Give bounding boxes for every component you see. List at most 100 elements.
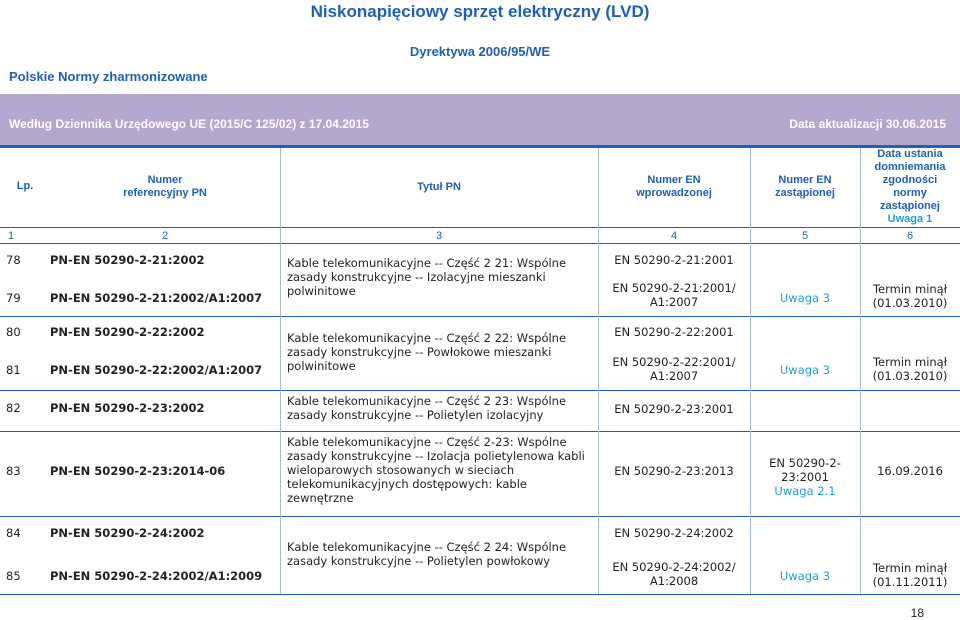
header-en-zastapionej: Numer EN zastąpionej (750, 174, 860, 200)
directive-title: Dyrektywa 2006/95/WE (409, 44, 551, 59)
title-group-2: Kable telekomunikacyjne -- Część 2 22: W… (287, 331, 566, 373)
row-79-termin: Termin minął (872, 282, 947, 296)
row-85-en-line2: A1:2008 (649, 574, 699, 588)
row-85-en-line1: EN 50290-2-24:2002/ (612, 560, 736, 574)
group-divider-1 (0, 316, 960, 317)
title-group-1-line1: Kable telekomunikacyjne -- Część 2 21: W… (287, 256, 567, 270)
row-83-en: EN 50290-2-23:2013 (614, 464, 734, 478)
col-number-4: 4 (670, 230, 678, 242)
row-81-lp: 81 (6, 363, 21, 377)
title-group-1-line2: zasady konstrukcyjne -- Izolacyjne miesz… (287, 270, 546, 284)
row-80-lp: 80 (6, 325, 21, 339)
row-85-date: Termin minął (01.11.2011) (860, 561, 960, 589)
header-tytul: Tytuł PN (417, 181, 461, 193)
title-group-4-line1: Kable telekomunikacyjne -- Część 2-23: W… (287, 435, 567, 449)
row-84-en: EN 50290-2-24:2002 (614, 526, 734, 540)
col-number-2: 2 (161, 230, 169, 242)
row-79-pn: PN-EN 50290-2-21:2002/A1:2007 (50, 291, 263, 305)
row-85-termin: Termin minął (872, 561, 947, 575)
row-85-pn: PN-EN 50290-2-24:2002/A1:2009 (50, 569, 263, 583)
row-79-en-line2: A1:2007 (649, 295, 699, 309)
col-number-6: 6 (906, 230, 914, 242)
title-group-1-line3: polwinitowe (287, 284, 356, 298)
col-number-5: 5 (801, 230, 809, 242)
row-84-lp: 84 (6, 526, 21, 540)
title-group-3-line1: Kable telekomunikacyjne -- Część 2 23: W… (287, 394, 567, 408)
row-79-date: Termin minął (01.03.2010) (860, 282, 960, 310)
page-number: 18 (910, 606, 924, 620)
title-group-5: Kable telekomunikacyjne -- Część 2 24: W… (287, 540, 566, 568)
group-divider-3 (0, 431, 960, 432)
row-80-en: EN 50290-2-22:2001 (614, 325, 734, 339)
row-83-replaced-en: EN 50290-2-23:2001 (769, 456, 841, 484)
header-data-ustania: Data ustania domniemania zgodności normy… (860, 148, 960, 226)
row-82-en: EN 50290-2-23:2001 (614, 402, 734, 416)
row-83-date: 16.09.2016 (877, 464, 943, 478)
row-81-en-line2: A1:2007 (649, 369, 699, 383)
row-81-uwaga3-link[interactable]: Uwaga 3 (750, 363, 860, 377)
col-number-1: 1 (7, 230, 15, 242)
header-numer-pn-line2: referencyjny PN (123, 187, 207, 199)
header-data-line1: Data ustania (877, 148, 943, 160)
title-group-4: Kable telekomunikacyjne -- Część 2-23: W… (287, 435, 585, 505)
row-79-date-value: (01.03.2010) (872, 296, 948, 310)
title-group-4-line3: wieloparowych stosowanych w sieciach (287, 463, 515, 477)
title-group-2-line2: zasady konstrukcyjne -- Powłokowe miesza… (287, 345, 552, 359)
row-85-en: EN 50290-2-24:2002/ A1:2008 (598, 560, 750, 588)
title-group-2-line3: polwinitowe (287, 359, 356, 373)
row-83-uwaga21-link[interactable]: Uwaga 2.1 (750, 484, 860, 498)
group-divider-4 (0, 516, 960, 517)
header-en-zast-line2: zastąpionej (775, 187, 835, 199)
title-group-4-line4: telekomunikacyjnych dostępowych: kable (287, 477, 527, 491)
row-81-termin: Termin minął (872, 355, 947, 369)
journal-reference: Według Dziennika Urzędowego UE (2015/C 1… (9, 117, 369, 131)
row-85-date-value: (01.11.2011) (872, 575, 948, 589)
group-divider-2 (0, 390, 960, 391)
row-83-lp: 83 (6, 464, 21, 478)
row-82-lp: 82 (6, 401, 21, 415)
row-78-lp: 78 (6, 253, 21, 267)
header-en-wprowadzonej: Numer EN wprowadzonej (598, 174, 750, 200)
table-bottom-border (0, 594, 960, 595)
col-number-divider (0, 243, 960, 244)
row-83-pn: PN-EN 50290-2-23:2014-06 (50, 464, 226, 478)
title-group-4-line5: zewnętrzne (287, 491, 354, 505)
row-79-uwaga3-link[interactable]: Uwaga 3 (750, 291, 860, 305)
row-79-en: EN 50290-2-21:2001/ A1:2007 (598, 281, 750, 309)
header-data-line3: zgodności (882, 174, 938, 186)
header-band-underline (0, 145, 960, 148)
row-81-en: EN 50290-2-22:2001/ A1:2007 (598, 355, 750, 383)
header-en-zast-line1: Numer EN (778, 174, 832, 186)
header-en-wpr-line2: wprowadzonej (636, 187, 712, 199)
section-title: Polskie Normy zharmonizowane (9, 69, 208, 84)
row-81-en-line1: EN 50290-2-22:2001/ (612, 355, 736, 369)
title-group-2-line1: Kable telekomunikacyjne -- Część 2 22: W… (287, 331, 567, 345)
row-80-pn: PN-EN 50290-2-22:2002 (50, 325, 205, 339)
row-83-replaced: EN 50290-2-23:2001 Uwaga 2.1 (750, 456, 860, 498)
row-84-pn: PN-EN 50290-2-24:2002 (50, 526, 205, 540)
row-81-date-value: (01.03.2010) (872, 369, 948, 383)
row-79-en-line1: EN 50290-2-21:2001/ (612, 281, 736, 295)
page-title: Niskonapięciowy sprzęt elektryczny (LVD) (310, 2, 650, 21)
col-number-3: 3 (435, 230, 443, 242)
row-78-en: EN 50290-2-21:2001 (614, 253, 734, 267)
header-data-line2: domniemania (874, 161, 946, 173)
header-numer-pn-line1: Numer (147, 174, 183, 186)
row-85-lp: 85 (6, 569, 21, 583)
row-82-pn: PN-EN 50290-2-23:2002 (50, 401, 205, 415)
header-numer-pn: Numer referencyjny PN (50, 174, 280, 200)
header-data-line5: zastąpionej (880, 200, 940, 212)
row-81-date: Termin minął (01.03.2010) (860, 355, 960, 383)
header-lp: Lp. (16, 180, 34, 192)
title-group-4-line2: zasady konstrukcyjne -- Izolacja poliety… (287, 449, 585, 463)
row-78-pn: PN-EN 50290-2-21:2002 (50, 253, 205, 267)
title-group-5-line2: zasady konstrukcyjne -- Polietylen powło… (287, 554, 551, 568)
title-group-3-line2: zasady konstrukcyjne -- Polietylen izola… (287, 408, 544, 422)
header-en-wpr-line1: Numer EN (647, 174, 701, 186)
header-uwaga1-link[interactable]: Uwaga 1 (860, 213, 960, 226)
header-data-line4: normy (893, 187, 927, 199)
title-group-5-line1: Kable telekomunikacyjne -- Część 2 24: W… (287, 540, 567, 554)
title-group-3: Kable telekomunikacyjne -- Część 2 23: W… (287, 394, 566, 422)
row-85-uwaga3-link[interactable]: Uwaga 3 (750, 569, 860, 583)
header-divider (0, 227, 960, 228)
